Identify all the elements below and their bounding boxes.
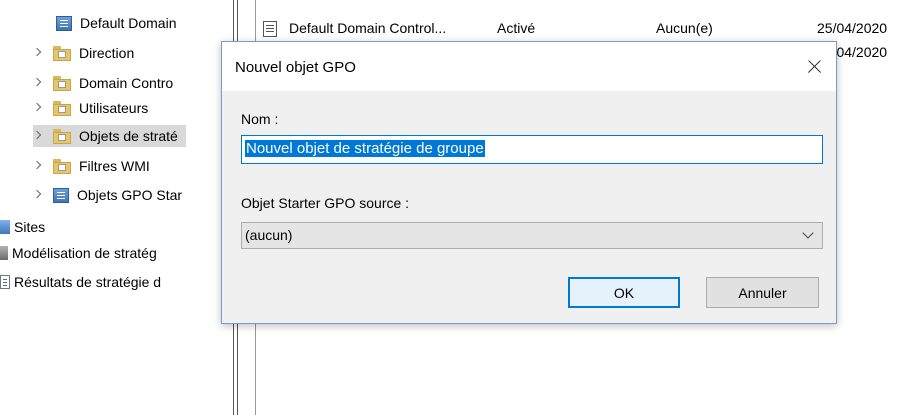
dialog-title: Nouvel objet GPO xyxy=(235,59,356,76)
results-icon xyxy=(0,275,10,289)
chevron-down-icon xyxy=(802,227,814,239)
tree-item-label: Modélisation de stratég xyxy=(12,245,157,261)
tree-item-label: Sites xyxy=(14,219,46,235)
tree-item-label: Filtres WMI xyxy=(79,158,150,174)
sites-icon xyxy=(0,220,10,234)
tree-item-label: Utilisateurs xyxy=(79,100,149,116)
gpo-wmi-filter: Aucun(e) xyxy=(656,20,713,36)
folder-icon xyxy=(53,45,71,61)
list-row[interactable]: Default Domain Control... Activé Aucun(e… xyxy=(258,17,922,39)
tree-item-label: Objets GPO Star xyxy=(77,187,183,203)
chevron-right-icon[interactable] xyxy=(33,131,43,141)
tree-item-starter-gpo[interactable]: Objets GPO Star xyxy=(33,184,182,206)
new-gpo-dialog: Nouvel objet GPO Nom : Nouvel objet de s… xyxy=(221,41,837,324)
starter-gpo-value: (aucun) xyxy=(245,227,293,243)
modeling-icon xyxy=(0,246,8,260)
cancel-button-label: Annuler xyxy=(738,284,787,301)
ok-button[interactable]: OK xyxy=(568,277,680,308)
tree-item-modelisation[interactable]: Modélisation de stratég xyxy=(0,242,157,264)
console-tree: Default Domain Direction Domain Contro U… xyxy=(0,0,232,415)
chevron-right-icon[interactable] xyxy=(33,48,43,58)
tree-item-label: Default Domain xyxy=(80,15,177,31)
tree-item-utilisateurs[interactable]: Utilisateurs xyxy=(33,97,148,119)
cancel-button[interactable]: Annuler xyxy=(706,277,819,308)
tree-item-direction[interactable]: Direction xyxy=(33,42,134,64)
close-icon[interactable] xyxy=(800,52,830,82)
folder-icon xyxy=(53,75,71,91)
starter-gpo-label: Objet Starter GPO source : xyxy=(241,195,410,211)
starter-gpo-select[interactable]: (aucun) xyxy=(241,222,823,249)
gpo-icon xyxy=(53,187,69,203)
gpo-link-icon xyxy=(56,15,72,31)
ok-button-label: OK xyxy=(613,284,635,301)
folder-icon xyxy=(53,128,71,144)
tree-item-default-domain[interactable]: Default Domain xyxy=(56,12,177,34)
tree-item-objets-strategie[interactable]: Objets de straté xyxy=(33,125,186,147)
folder-icon xyxy=(53,100,71,116)
tree-item-label: Objets de straté xyxy=(79,128,178,144)
name-field[interactable]: Nouvel objet de stratégie de groupe xyxy=(241,135,823,164)
tree-item-sites[interactable]: Sites xyxy=(0,216,45,238)
name-label: Nom : xyxy=(241,111,279,127)
tree-item-label: Domain Contro xyxy=(79,75,174,91)
gpo-status: Activé xyxy=(497,20,536,36)
name-field-value: Nouvel objet de stratégie de groupe xyxy=(245,140,485,157)
gpo-name: Default Domain Control... xyxy=(289,20,447,36)
gpo-date: 25/04/2020 xyxy=(817,20,888,36)
tree-item-filtres-wmi[interactable]: Filtres WMI xyxy=(33,155,150,177)
document-icon xyxy=(263,21,277,37)
chevron-right-icon[interactable] xyxy=(33,190,43,200)
tree-item-label: Résultats de stratégie d xyxy=(14,274,162,290)
dialog-titlebar[interactable]: Nouvel objet GPO xyxy=(222,42,836,91)
tree-item-label: Direction xyxy=(79,45,135,61)
folder-icon xyxy=(53,158,71,174)
tree-item-resultats[interactable]: Résultats de stratégie d xyxy=(0,271,161,293)
tree-item-domain-controllers[interactable]: Domain Contro xyxy=(33,72,173,94)
chevron-right-icon[interactable] xyxy=(33,161,43,171)
chevron-right-icon[interactable] xyxy=(33,78,43,88)
chevron-right-icon[interactable] xyxy=(33,103,43,113)
